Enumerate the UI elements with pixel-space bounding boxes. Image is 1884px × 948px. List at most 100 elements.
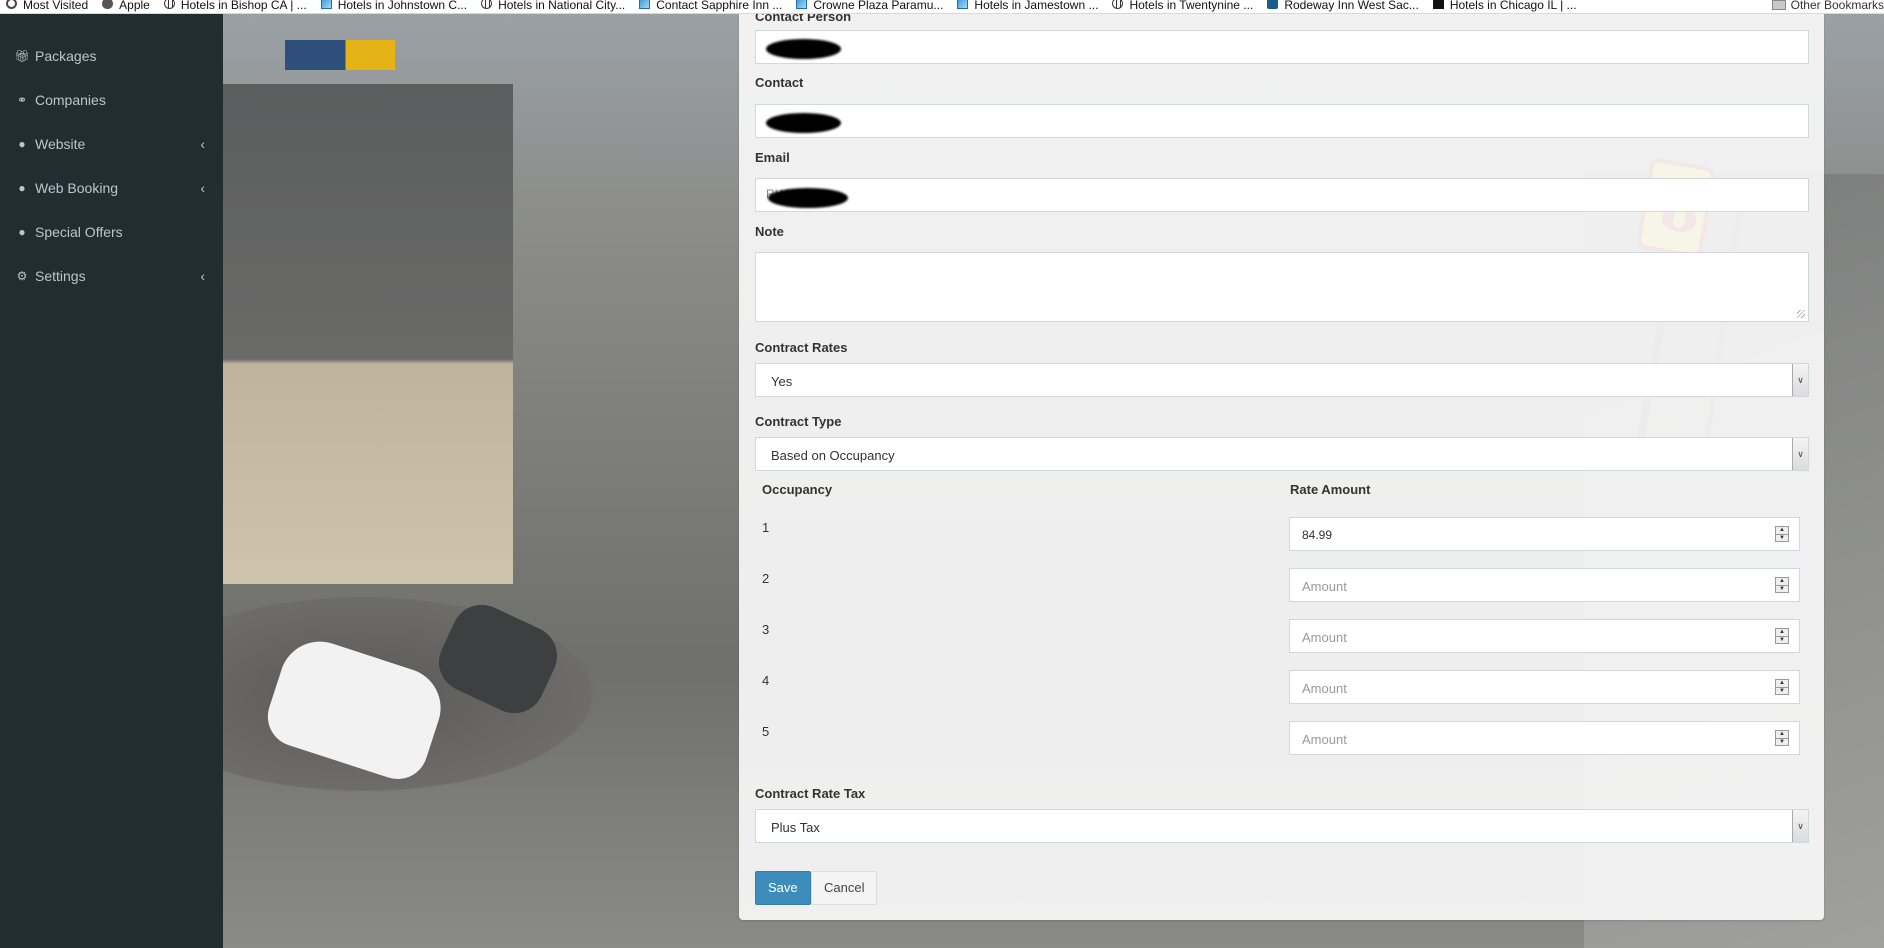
background-photo-billboard	[285, 40, 395, 70]
folder-icon	[1771, 0, 1786, 10]
redacted-mark	[766, 113, 841, 133]
rate-amount-column-header: Rate Amount	[1290, 482, 1371, 497]
bookmark-crowne-plaza[interactable]: Crowne Plaza Paramu...	[790, 0, 951, 13]
gift-icon: 🎁︎	[14, 49, 30, 63]
handshake-icon: ⚭	[16, 93, 28, 107]
sidebar-item-website[interactable]: ● Website ‹	[0, 122, 223, 166]
sidebar-item-label: Companies	[35, 92, 106, 108]
resize-handle-icon[interactable]	[1797, 310, 1805, 318]
email-label: Email	[755, 150, 790, 165]
cancel-button[interactable]: Cancel	[811, 871, 878, 905]
globe-icon	[1112, 0, 1124, 9]
bookmark-hotels-national-city[interactable]: Hotels in National City...	[475, 0, 633, 13]
bookmark-hotels-bishop[interactable]: Hotels in Bishop CA | ...	[158, 0, 315, 13]
contact-label: Contact	[755, 75, 804, 90]
other-bookmarks[interactable]: Other Bookmarks	[1767, 0, 1884, 13]
sidebar: 🎁︎ Packages ⚭ Companies ● Website ‹ ● We…	[0, 14, 223, 948]
rate-amount-5-input[interactable]: Amount ▲ ▼	[1289, 721, 1800, 755]
sidebar-item-label: Settings	[35, 268, 86, 284]
number-stepper-icon[interactable]: ▲ ▼	[1775, 526, 1789, 542]
rate-amount-1-input[interactable]: 84.99 ▲ ▼	[1289, 517, 1800, 551]
sidebar-item-web-booking[interactable]: ● Web Booking ‹	[0, 166, 223, 210]
bookmark-contact-sapphire[interactable]: Contact Sapphire Inn ...	[633, 0, 790, 13]
image-icon	[796, 0, 808, 9]
number-stepper-icon[interactable]: ▲ ▼	[1775, 577, 1789, 593]
rate-amount-2-input[interactable]: Amount ▲ ▼	[1289, 568, 1800, 602]
globe-icon	[163, 0, 175, 9]
occupancy-1-label: 1	[762, 520, 770, 535]
rate-amount-3-input[interactable]: Amount ▲ ▼	[1289, 619, 1800, 653]
globe-icon: ●	[18, 181, 26, 195]
rate-amount-5-placeholder: Amount	[1302, 732, 1347, 747]
contract-type-value: Based on Occupancy	[771, 448, 895, 463]
sidebar-item-label: Website	[35, 136, 86, 152]
chevron-down-icon: ∨	[1792, 364, 1808, 396]
contract-rate-tax-select[interactable]: Plus Tax ∨	[755, 809, 1809, 843]
image-icon	[639, 0, 651, 9]
globe-icon: ●	[18, 137, 26, 151]
occupancy-2-label: 2	[762, 571, 770, 586]
sidebar-item-label: Special Offers	[35, 224, 123, 240]
bookmark-hotels-twentynine[interactable]: Hotels in Twentynine ...	[1106, 0, 1261, 13]
image-icon	[320, 0, 332, 9]
chevron-left-icon: ‹	[200, 268, 205, 284]
gears-icon: ⚙	[16, 269, 28, 283]
note-label: Note	[755, 224, 784, 239]
bookmark-hotels-johnstown[interactable]: Hotels in Johnstown C...	[315, 0, 475, 13]
apple-icon	[102, 0, 114, 9]
occupancy-4-label: 4	[762, 673, 770, 688]
seal-icon	[1267, 0, 1279, 9]
rate-amount-2-placeholder: Amount	[1302, 579, 1347, 594]
sidebar-item-packages[interactable]: 🎁︎ Packages	[0, 34, 223, 78]
image-icon	[957, 0, 969, 9]
bookmark-apple[interactable]: Apple	[96, 0, 158, 13]
save-button[interactable]: Save	[755, 871, 811, 905]
background-photo-building	[223, 84, 513, 584]
contact-person-input[interactable]	[755, 30, 1809, 64]
sidebar-item-settings[interactable]: ⚙ Settings ‹	[0, 254, 223, 298]
bookmark-hotels-jamestown[interactable]: Hotels in Jamestown ...	[951, 0, 1106, 13]
chevron-down-icon: ∨	[1792, 438, 1808, 470]
number-stepper-icon[interactable]: ▲ ▼	[1775, 730, 1789, 746]
note-textarea[interactable]	[755, 252, 1809, 322]
rate-amount-4-input[interactable]: Amount ▲ ▼	[1289, 670, 1800, 704]
sidebar-item-label: Packages	[35, 48, 97, 64]
chevron-down-icon: ∨	[1792, 810, 1808, 842]
contract-type-label: Contract Type	[755, 414, 842, 429]
background-photo-car	[260, 631, 451, 787]
background-photo-car	[429, 594, 567, 724]
occupancy-3-label: 3	[762, 622, 770, 637]
contract-rates-value: Yes	[771, 374, 793, 389]
gear-icon	[6, 0, 17, 9]
number-stepper-icon[interactable]: ▲ ▼	[1775, 628, 1789, 644]
contract-type-select[interactable]: Based on Occupancy ∨	[755, 437, 1809, 471]
contract-rates-select[interactable]: Yes ∨	[755, 363, 1809, 397]
contact-person-label: Contact Person	[755, 14, 852, 24]
rate-amount-3-placeholder: Amount	[1302, 630, 1347, 645]
number-stepper-icon[interactable]: ▲ ▼	[1775, 679, 1789, 695]
contract-rate-tax-label: Contract Rate Tax	[755, 786, 866, 801]
contract-rate-tax-value: Plus Tax	[771, 820, 820, 835]
contact-input[interactable]	[755, 104, 1809, 138]
globe-icon	[481, 0, 493, 9]
bookmark-rodeway-inn[interactable]: Rodeway Inn West Sac...	[1261, 0, 1427, 13]
redacted-mark	[766, 39, 841, 59]
company-form-card: Contact Person Contact Email RHAN@... No…	[739, 14, 1824, 920]
sidebar-item-label: Web Booking	[35, 180, 119, 196]
rate-amount-1-value: 84.99	[1302, 528, 1333, 542]
bookmark-hotels-chicago[interactable]: Hotels in Chicago IL | ...	[1427, 0, 1585, 13]
main-content: Contact Person Contact Email RHAN@... No…	[223, 14, 1884, 948]
occupancy-column-header: Occupancy	[762, 482, 833, 497]
email-input[interactable]: RHAN@...	[755, 178, 1809, 212]
chevron-left-icon: ‹	[200, 136, 205, 152]
redacted-mark	[768, 188, 848, 208]
rate-amount-4-placeholder: Amount	[1302, 681, 1347, 696]
bookmarks-bar: Most Visited Apple Hotels in Bishop CA |…	[0, 0, 1884, 14]
chevron-left-icon: ‹	[200, 180, 205, 196]
contract-rates-label: Contract Rates	[755, 340, 848, 355]
bookmark-most-visited[interactable]: Most Visited	[0, 0, 96, 13]
site-icon	[1432, 0, 1444, 9]
occupancy-5-label: 5	[762, 724, 770, 739]
sidebar-item-companies[interactable]: ⚭ Companies	[0, 78, 223, 122]
sidebar-item-special-offers[interactable]: ● Special Offers	[0, 210, 223, 254]
